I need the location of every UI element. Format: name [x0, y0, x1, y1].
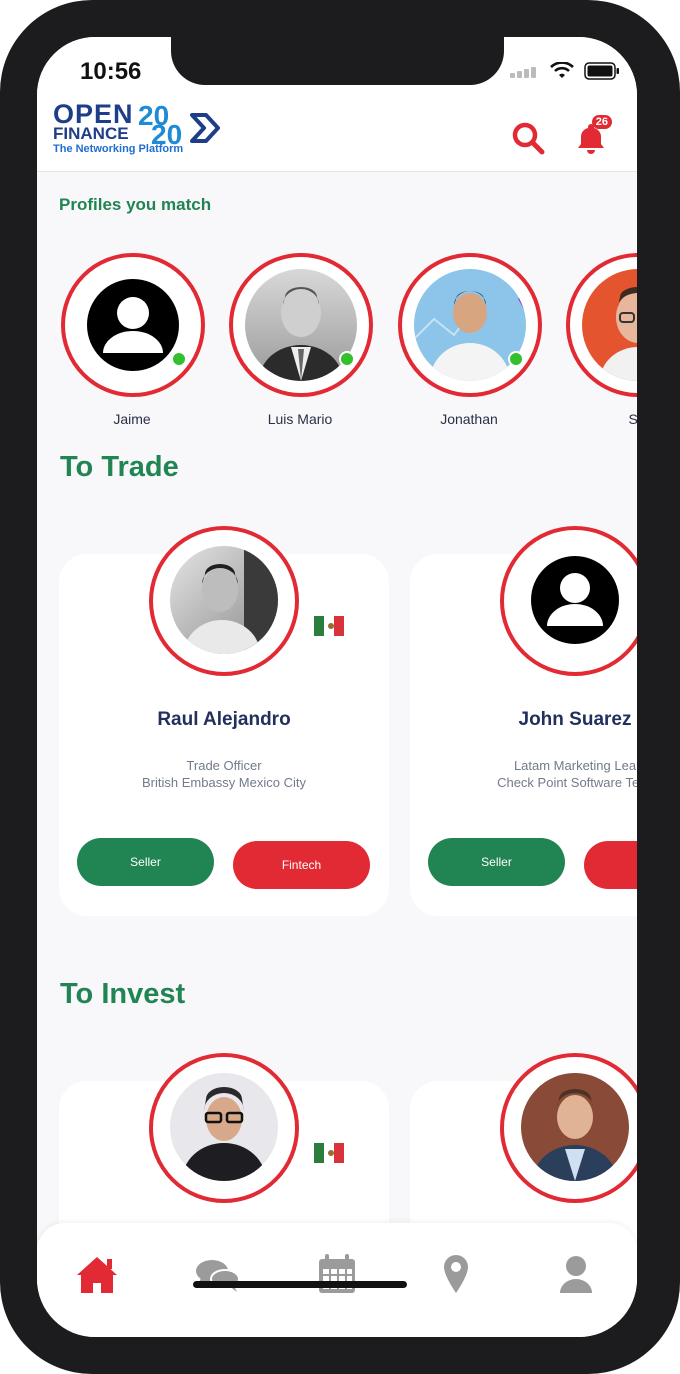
mexico-flag-icon — [314, 616, 344, 636]
profile-company: Check Point Software Tech — [497, 775, 637, 790]
avatar — [170, 1073, 278, 1181]
online-indicator — [508, 351, 524, 367]
tab-home[interactable] — [67, 1251, 127, 1297]
match-name: Luis Mario — [267, 411, 333, 427]
tab-profile[interactable] — [546, 1251, 606, 1297]
avatar — [170, 546, 278, 654]
notification-count-badge: 26 — [591, 115, 612, 129]
tag-button[interactable]: S — [584, 841, 637, 889]
app-screen: OPEN FINANCE The Networking Platform 20 … — [37, 37, 637, 1337]
mexico-flag-icon — [314, 1143, 344, 1163]
fintech-tag-button[interactable]: Fintech — [233, 841, 370, 889]
wifi-icon — [550, 62, 574, 78]
match-name: Su — [628, 411, 637, 427]
tab-location[interactable] — [426, 1251, 486, 1297]
bottom-tab-bar — [37, 1223, 637, 1337]
avatar — [521, 546, 629, 654]
profile-name: Raul Alejandro — [157, 709, 291, 730]
logo-chevron-icon — [190, 113, 220, 143]
logo-year-bottom: 20 — [151, 119, 183, 150]
profile-role: Trade Officer — [186, 758, 262, 773]
notifications-button[interactable]: 26 — [574, 115, 612, 159]
phone-frame: 10:56 OPEN FINANCE The Networking Platfo… — [0, 0, 680, 1374]
profile-role: Latam Marketing Lea — [513, 758, 637, 773]
search-icon — [512, 122, 545, 155]
user-icon — [560, 1256, 592, 1293]
status-icons — [510, 62, 620, 80]
search-button[interactable] — [511, 121, 545, 159]
cellular-signal-icon — [510, 67, 536, 78]
home-indicator — [193, 1281, 407, 1288]
matches-section-title: Profiles you match — [59, 195, 212, 214]
avatar — [521, 1073, 629, 1181]
default-user-icon — [531, 556, 619, 644]
online-indicator — [339, 351, 355, 367]
profile-card[interactable]: John Suarez Latam Marketing Lea Check Po… — [410, 526, 637, 916]
profile-card[interactable]: Raul Alejandro Trade Officer British Emb… — [59, 526, 389, 916]
home-icon — [77, 1257, 117, 1293]
chat-icon — [196, 1260, 240, 1292]
seller-tag-button[interactable]: Seller — [77, 838, 214, 886]
device-notch — [171, 37, 504, 85]
battery-icon — [584, 62, 619, 80]
person-photo-icon — [184, 546, 278, 654]
seller-tag-button[interactable]: Seller — [428, 838, 565, 886]
profile-company: British Embassy Mexico City — [142, 775, 306, 790]
person-photo-icon — [533, 1089, 617, 1181]
profile-name: John Suarez — [518, 709, 632, 730]
status-time: 10:56 — [80, 58, 142, 85]
person-photo-icon — [182, 1087, 266, 1181]
tab-messages[interactable] — [187, 1251, 247, 1297]
online-indicator — [171, 351, 187, 367]
to-trade-section-title: To Trade — [60, 451, 179, 483]
location-pin-icon — [444, 1255, 468, 1293]
match-name: Jonathan — [440, 411, 498, 427]
match-name: Jaime — [113, 411, 151, 427]
calendar-icon — [319, 1254, 355, 1293]
tab-agenda[interactable] — [307, 1251, 367, 1297]
app-logo[interactable]: OPEN FINANCE The Networking Platform 20 … — [53, 101, 220, 155]
to-invest-section-title: To Invest — [60, 978, 186, 1010]
